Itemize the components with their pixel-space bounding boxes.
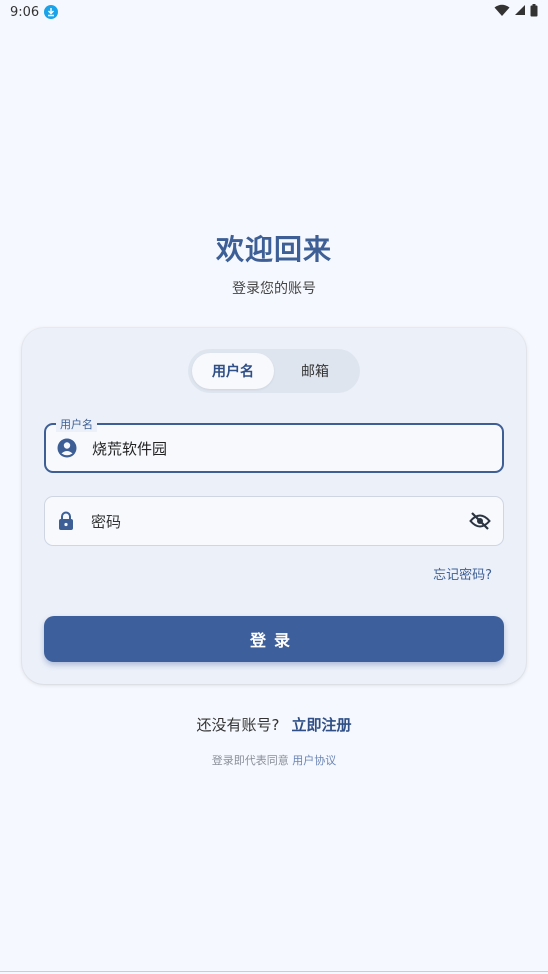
account-circle-icon <box>56 437 78 459</box>
tab-email[interactable]: 邮箱 <box>274 353 356 389</box>
eye-off-icon[interactable] <box>467 508 493 534</box>
no-account-text: 还没有账号? <box>196 716 280 734</box>
login-method-toggle: 用户名 邮箱 <box>188 349 360 393</box>
lock-icon <box>55 510 77 532</box>
bottom-divider <box>0 971 548 972</box>
register-link[interactable]: 立即注册 <box>291 714 351 735</box>
username-field[interactable]: 用户名 烧荒软件园 <box>44 416 504 473</box>
username-field-label: 用户名 <box>56 416 97 432</box>
login-card: 用户名 邮箱 用户名 烧荒软件园 密码 忘记密码? 登录 <box>22 328 526 684</box>
password-field[interactable]: 密码 <box>44 496 504 546</box>
register-row: 还没有账号? 立即注册 <box>0 714 548 735</box>
page-subtitle: 登录您的账号 <box>232 281 316 297</box>
username-input[interactable]: 烧荒软件园 <box>92 438 502 459</box>
tab-username[interactable]: 用户名 <box>192 353 274 389</box>
download-icon <box>44 5 59 19</box>
login-button[interactable]: 登录 <box>44 616 504 662</box>
status-right <box>494 3 538 21</box>
wifi-icon <box>494 4 510 21</box>
signal-icon <box>514 4 526 20</box>
password-input[interactable]: 密码 <box>91 511 467 532</box>
forgot-password-link[interactable]: 忘记密码? <box>433 564 492 583</box>
battery-icon <box>530 3 538 21</box>
status-bar: 9:06 <box>0 0 548 24</box>
page-title: 欢迎回来 <box>215 233 332 266</box>
status-time: 9:06 <box>10 4 40 20</box>
agreement-text: 登录即代表同意 <box>211 754 289 767</box>
status-left: 9:06 <box>10 4 59 20</box>
agreement-row: 登录即代表同意 用户协议 <box>0 752 548 768</box>
user-agreement-link[interactable]: 用户协议 <box>292 754 336 767</box>
